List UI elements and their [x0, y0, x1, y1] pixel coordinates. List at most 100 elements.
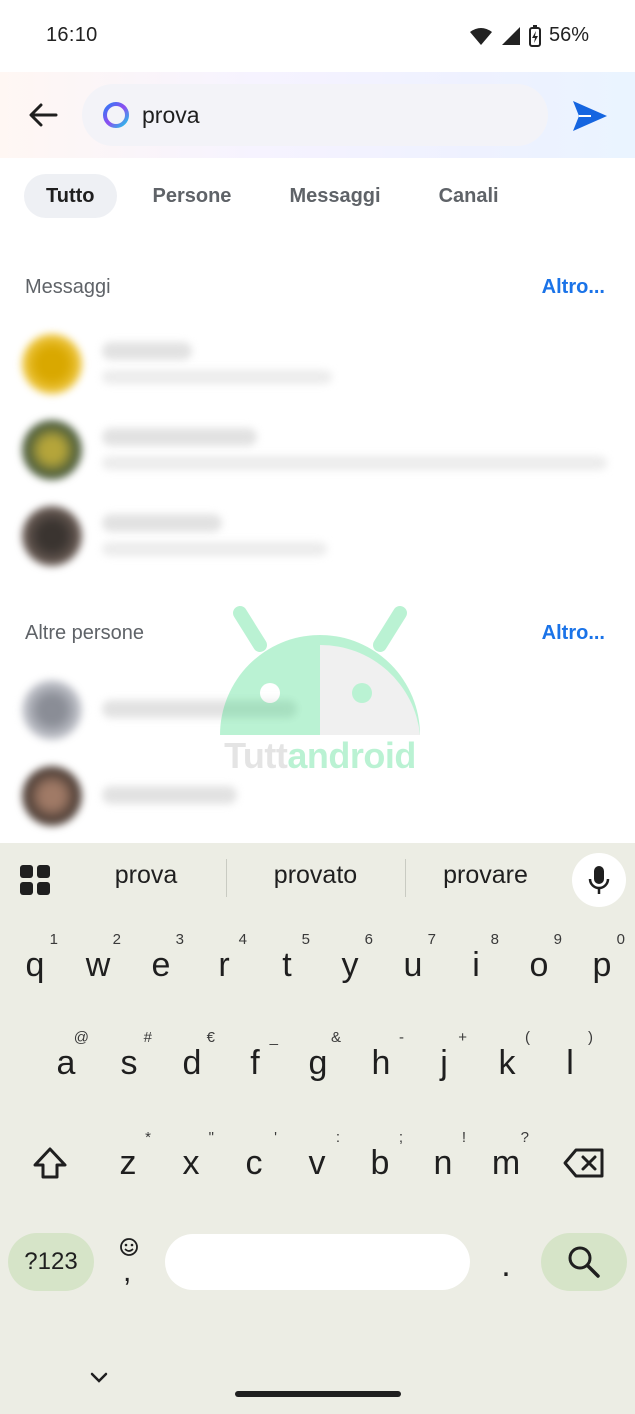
key-w[interactable]: w2 — [69, 925, 127, 1005]
people-more-link[interactable]: Altro... — [542, 622, 605, 645]
key-k[interactable]: k( — [478, 1023, 536, 1103]
key-hint: € — [206, 1029, 215, 1046]
blurred-snippet — [102, 456, 607, 470]
key-u[interactable]: u7 — [384, 925, 442, 1005]
key-hint: _ — [269, 1029, 278, 1046]
keyboard: prova provato provare q1w2e3r4t5y6u7i8o9… — [0, 843, 635, 1414]
key-l[interactable]: l) — [541, 1023, 599, 1103]
key-hint: @ — [73, 1029, 89, 1046]
key-m[interactable]: m? — [477, 1123, 535, 1203]
suggestion-2[interactable]: provato — [238, 861, 393, 897]
back-button[interactable] — [22, 94, 64, 136]
key-letter: d — [182, 1043, 202, 1082]
key-hint: 0 — [616, 931, 625, 948]
blurred-name — [102, 514, 222, 532]
backspace-key[interactable] — [552, 1126, 616, 1200]
key-v[interactable]: v: — [288, 1123, 346, 1203]
key-hint: 3 — [175, 931, 184, 948]
tab-tutto[interactable]: Tutto — [24, 174, 117, 218]
key-hint: ) — [588, 1029, 593, 1046]
key-letter: v — [308, 1143, 326, 1182]
key-y[interactable]: y6 — [321, 925, 379, 1005]
tab-messaggi[interactable]: Messaggi — [267, 174, 402, 218]
message-result-row[interactable] — [18, 412, 618, 486]
key-hint: : — [335, 1129, 340, 1146]
tab-canali[interactable]: Canali — [417, 174, 521, 218]
key-letter: e — [151, 945, 171, 984]
keyboard-collapse-button[interactable] — [84, 1363, 114, 1393]
key-c[interactable]: c ' — [225, 1123, 283, 1203]
blurred-snippet — [102, 542, 327, 556]
send-icon — [573, 101, 607, 131]
key-letter: x — [182, 1143, 200, 1182]
status-icons: 56% — [469, 24, 589, 47]
key-letter: l — [566, 1043, 574, 1082]
key-t[interactable]: t5 — [258, 925, 316, 1005]
search-input[interactable] — [142, 84, 532, 146]
blurred-name — [102, 786, 237, 804]
key-letter: c — [245, 1143, 263, 1182]
key-i[interactable]: i8 — [447, 925, 505, 1005]
filter-tabs: Tutto Persone Messaggi Canali — [24, 174, 535, 218]
key-o[interactable]: o9 — [510, 925, 568, 1005]
emoji-comma-key[interactable]: , — [108, 1231, 152, 1293]
battery-percent: 56% — [548, 24, 589, 46]
key-g[interactable]: g & — [289, 1023, 347, 1103]
search-box[interactable] — [82, 84, 548, 146]
key-letter: k — [498, 1043, 516, 1082]
person-result-row[interactable] — [18, 672, 618, 746]
key-letter: w — [85, 945, 111, 984]
key-hint: 2 — [112, 931, 121, 948]
keyboard-menu-grid-icon[interactable] — [18, 863, 52, 897]
search-action-key[interactable] — [541, 1233, 627, 1291]
key-hint: + — [458, 1029, 467, 1046]
key-e[interactable]: e3 — [132, 925, 190, 1005]
key-hint: 1 — [49, 931, 58, 948]
key-d[interactable]: d € — [163, 1023, 221, 1103]
key-s[interactable]: s # — [100, 1023, 158, 1103]
send-button[interactable] — [568, 94, 612, 138]
key-hint: # — [143, 1029, 152, 1046]
key-hint: 7 — [427, 931, 436, 948]
key-p[interactable]: p0 — [573, 925, 631, 1005]
status-bar: 16:10 56% — [0, 0, 635, 72]
key-letter: p — [592, 945, 612, 984]
key-letter: m — [491, 1143, 521, 1182]
suggestion-divider — [405, 859, 406, 897]
key-letter: r — [218, 945, 230, 984]
key-letter: u — [403, 945, 423, 984]
tab-persone[interactable]: Persone — [131, 174, 254, 218]
key-x[interactable]: x " — [162, 1123, 220, 1203]
message-result-row[interactable] — [18, 326, 618, 400]
key-a[interactable]: a @ — [37, 1023, 95, 1103]
search-icon — [568, 1246, 600, 1278]
suggestion-3[interactable]: provare — [418, 861, 553, 897]
key-h[interactable]: h- — [352, 1023, 410, 1103]
key-f[interactable]: f _ — [226, 1023, 284, 1103]
period-key[interactable]: . — [486, 1235, 526, 1291]
voice-input-button[interactable] — [572, 853, 626, 907]
blurred-name — [102, 342, 192, 360]
person-result-row[interactable] — [18, 758, 618, 832]
key-r[interactable]: r4 — [195, 925, 253, 1005]
key-b[interactable]: b; — [351, 1123, 409, 1203]
key-q[interactable]: q1 — [6, 925, 64, 1005]
battery-icon — [528, 24, 541, 47]
messages-more-link[interactable]: Altro... — [542, 276, 605, 299]
symbols-key[interactable]: ?123 — [8, 1233, 94, 1291]
key-z[interactable]: z * — [99, 1123, 157, 1203]
key-n[interactable]: n! — [414, 1123, 472, 1203]
key-hint: 6 — [364, 931, 373, 948]
people-section-header: Altre persone Altro... — [25, 618, 605, 648]
key-hint: 8 — [490, 931, 499, 948]
key-j[interactable]: j + — [415, 1023, 473, 1103]
space-bar[interactable] — [165, 1234, 470, 1290]
suggestion-1[interactable]: prova — [76, 861, 216, 897]
shift-key[interactable] — [18, 1126, 82, 1200]
navigation-handle[interactable] — [235, 1391, 401, 1397]
wifi-icon — [469, 26, 493, 46]
key-hint: ! — [461, 1129, 466, 1146]
message-result-row[interactable] — [18, 498, 618, 572]
microphone-icon — [588, 866, 610, 894]
key-letter: g — [308, 1043, 328, 1082]
